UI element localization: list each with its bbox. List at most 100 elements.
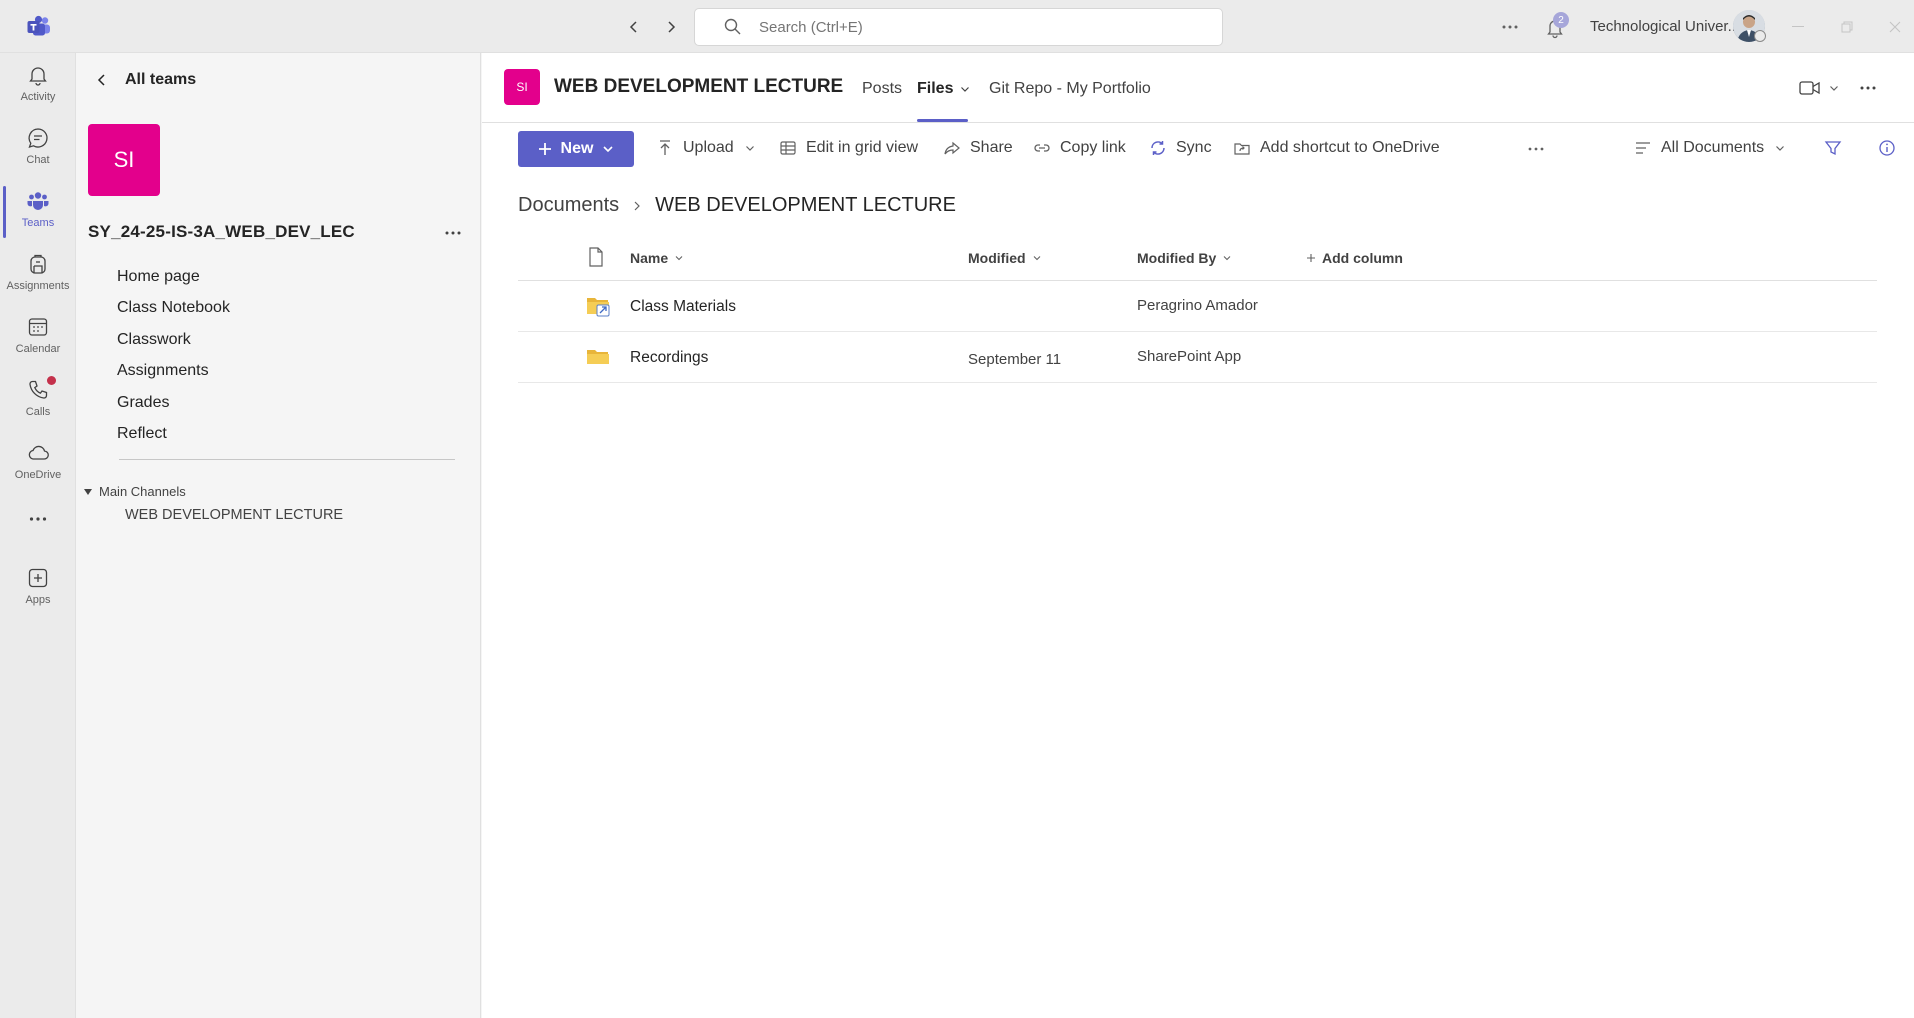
team-link-assignments[interactable]: Assignments	[117, 356, 230, 388]
more-options-icon[interactable]	[1498, 15, 1522, 39]
all-teams-label: All teams	[125, 71, 197, 88]
search-box[interactable]	[694, 8, 1223, 46]
team-link-classwork[interactable]: Classwork	[117, 324, 230, 356]
sync-label: Sync	[1176, 139, 1212, 156]
backpack-icon	[30, 254, 46, 274]
team-link-class-notebook[interactable]: Class Notebook	[117, 293, 230, 325]
all-teams-link[interactable]: All teams	[95, 71, 196, 89]
notification-badge: 2	[1553, 12, 1569, 28]
column-header-modified-by[interactable]: Modified By	[1137, 250, 1232, 266]
chevron-down-icon	[961, 87, 970, 92]
rail-label: Assignments	[6, 280, 70, 292]
presence-status-icon	[1754, 30, 1766, 42]
tab-label: Posts	[862, 80, 903, 97]
channel-avatar: SI	[504, 69, 540, 105]
chevron-down-icon	[1223, 256, 1231, 261]
calendar-icon	[28, 318, 48, 336]
view-selector-label: All Documents	[1661, 139, 1765, 156]
channel-more-options-icon[interactable]	[1856, 76, 1880, 100]
new-button[interactable]: New	[518, 131, 634, 167]
calls-notification-dot	[47, 376, 56, 385]
tab-label: Git Repo - My Portfolio	[989, 80, 1151, 97]
rail-label: Calendar	[15, 343, 61, 355]
organization-name[interactable]: Technological Univer...	[1590, 18, 1740, 35]
chat-icon	[28, 128, 48, 148]
rail-label: OneDrive	[14, 469, 62, 481]
video-call-icon[interactable]	[1798, 76, 1822, 100]
upload-button[interactable]: Upload	[656, 139, 756, 157]
rail-item-apps[interactable]: Apps	[0, 558, 76, 618]
rail-item-chat[interactable]: Chat	[0, 118, 76, 178]
filter-icon[interactable]	[1824, 139, 1842, 157]
main-channels-header[interactable]: Main Channels	[84, 484, 186, 499]
rail-label: Teams	[21, 217, 55, 229]
breadcrumb-documents[interactable]: Documents	[518, 194, 619, 217]
team-link-reflect[interactable]: Reflect	[117, 419, 230, 451]
table-row[interactable]: Recordings September 11 SharePoint App	[518, 332, 1877, 383]
main-content: SI WEB DEVELOPMENT LECTURE Posts Files G…	[482, 53, 1914, 1018]
view-selector-button[interactable]: All Documents	[1634, 139, 1786, 157]
plus-icon	[1307, 254, 1315, 262]
team-avatar: SI	[88, 124, 160, 196]
command-more-options-icon[interactable]	[1528, 147, 1544, 151]
team-links: Home page Class Notebook Classwork Assig…	[117, 261, 230, 450]
rail-item-calls[interactable]: Calls	[0, 370, 76, 430]
restore-icon[interactable]	[1834, 14, 1860, 40]
shortcut-icon	[1234, 143, 1250, 155]
back-arrow-icon[interactable]	[622, 15, 646, 39]
more-icon	[29, 517, 47, 521]
channel-item-web-development-lecture[interactable]: WEB DEVELOPMENT LECTURE	[125, 507, 343, 523]
upload-label: Upload	[683, 139, 734, 156]
bell-icon	[29, 67, 47, 86]
close-icon[interactable]	[1882, 14, 1908, 40]
teams-logo-icon[interactable]	[26, 14, 52, 40]
file-type-column-icon[interactable]	[588, 247, 604, 267]
breadcrumb-current-folder: WEB DEVELOPMENT LECTURE	[655, 194, 956, 216]
teams-icon	[27, 192, 49, 210]
share-button[interactable]: Share	[943, 139, 1013, 157]
search-input[interactable]	[759, 18, 1159, 36]
channel-header: SI WEB DEVELOPMENT LECTURE Posts Files G…	[482, 53, 1914, 123]
tab-git-repo[interactable]: Git Repo - My Portfolio	[989, 80, 1151, 98]
title-bar: 2 Technological Univer...	[0, 0, 1914, 53]
file-name[interactable]: Class Materials	[630, 298, 736, 316]
rail-item-activity[interactable]: Activity	[0, 55, 76, 115]
file-modified-by: SharePoint App	[1137, 348, 1242, 365]
table-header: Name Modified Modified By Add column	[518, 235, 1877, 281]
file-name[interactable]: Recordings	[630, 349, 708, 367]
rail-item-assignments[interactable]: Assignments	[0, 244, 76, 304]
caret-down-icon	[84, 488, 92, 495]
table-row[interactable]: Class Materials Peragrino Amador	[518, 281, 1877, 332]
link-icon	[1034, 144, 1050, 152]
rail-label: Calls	[25, 406, 51, 418]
rail-item-teams[interactable]: Teams	[0, 181, 76, 241]
chevron-left-icon	[97, 74, 105, 86]
rail-item-calendar[interactable]: Calendar	[0, 307, 76, 367]
app-rail: Activity Chat Teams Assignments Calendar…	[0, 53, 76, 1018]
team-link-home-page[interactable]: Home page	[117, 261, 230, 293]
tab-posts[interactable]: Posts	[862, 80, 902, 98]
list-view-icon	[1636, 142, 1650, 154]
sync-button[interactable]: Sync	[1149, 139, 1212, 157]
team-more-options-icon[interactable]	[441, 223, 465, 243]
team-panel: All teams SI SY_24-25-IS-3A_WEB_DEV_LEC …	[77, 53, 481, 1018]
minimize-icon[interactable]	[1785, 14, 1811, 40]
video-call-chevron-down-icon[interactable]	[1822, 76, 1846, 100]
tab-files[interactable]: Files	[917, 80, 971, 98]
info-icon[interactable]	[1878, 139, 1896, 157]
channel-title: WEB DEVELOPMENT LECTURE	[554, 76, 844, 97]
upload-icon	[660, 140, 670, 155]
add-column-button[interactable]: Add column	[1306, 250, 1403, 266]
forward-arrow-icon[interactable]	[659, 15, 683, 39]
copy-link-button[interactable]: Copy link	[1033, 139, 1126, 157]
team-link-grades[interactable]: Grades	[117, 387, 230, 419]
chevron-down-icon	[1776, 146, 1785, 151]
column-header-name[interactable]: Name	[630, 250, 684, 266]
column-header-modified[interactable]: Modified	[968, 250, 1042, 266]
edit-grid-view-button[interactable]: Edit in grid view	[779, 139, 918, 157]
column-header-label: Modified By	[1137, 250, 1217, 266]
rail-item-onedrive[interactable]: OneDrive	[0, 433, 76, 493]
rail-item-more[interactable]	[0, 499, 76, 559]
add-shortcut-to-onedrive-button[interactable]: Add shortcut to OneDrive	[1233, 139, 1440, 157]
new-button-label: New	[560, 140, 594, 157]
